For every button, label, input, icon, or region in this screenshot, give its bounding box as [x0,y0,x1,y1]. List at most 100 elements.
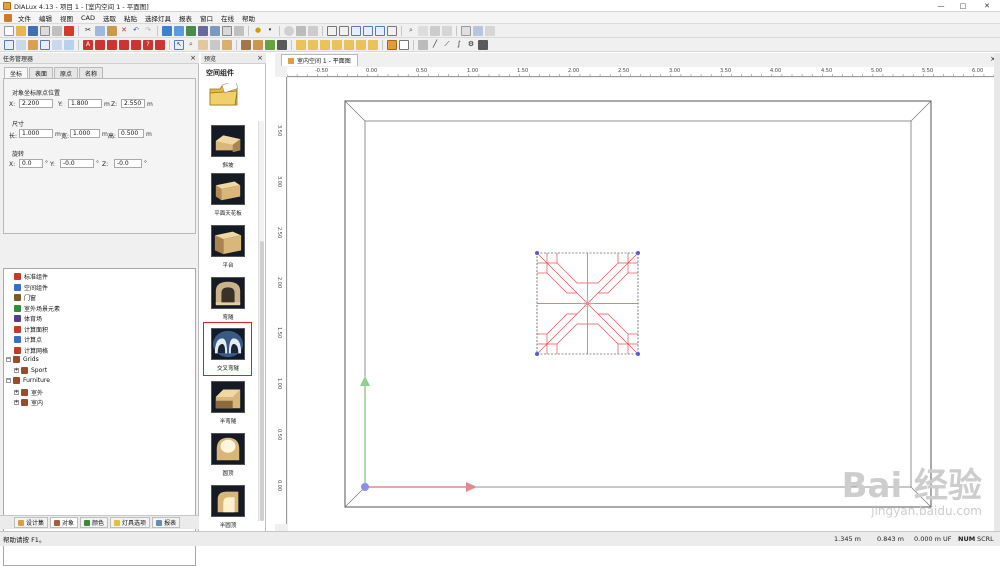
project-icon[interactable] [162,26,172,36]
menu-online[interactable]: 在线 [217,13,238,23]
zoom-icon[interactable]: ⌕ [406,26,416,36]
arrange-single-icon[interactable] [131,40,141,50]
arrange-align-icon[interactable] [155,40,165,50]
mirror-icon[interactable] [52,40,62,50]
catalog-item-half-dome[interactable]: 半圆顶 [210,485,246,529]
pdf-icon[interactable] [64,26,74,36]
menu-help[interactable]: 帮助 [238,13,259,23]
rotation-z-field[interactable]: -0.0 [114,159,142,168]
delete-icon[interactable]: ✕ [119,26,129,36]
paste-icon[interactable] [107,26,117,36]
position-y-field[interactable]: 1.800 [68,99,102,108]
expand-icon[interactable]: + [14,400,19,405]
material-icon[interactable] [277,40,287,50]
snap-icon[interactable] [339,26,349,36]
walk-icon[interactable] [222,40,232,50]
tree-item[interactable]: −Grids [6,356,39,363]
document-tab[interactable]: 室内空间 1 - 平面图 [281,54,358,66]
arrange-field-icon[interactable] [95,40,105,50]
folder-open-icon[interactable] [308,40,318,50]
color-icon[interactable] [265,40,275,50]
arrange-help-icon[interactable]: ? [143,40,153,50]
preview-scrollbar[interactable] [258,121,264,521]
table-icon[interactable] [387,40,397,50]
menu-view[interactable]: 视图 [56,13,77,23]
fit-icon[interactable] [442,26,452,36]
menu-window[interactable]: 窗口 [196,13,217,23]
render-icon[interactable] [461,26,471,36]
collapse-icon[interactable]: − [6,378,11,383]
cad-scrollbar[interactable] [994,53,1000,533]
minimize-button[interactable]: — [930,0,952,12]
raytrace-icon[interactable] [473,26,483,36]
tree-item[interactable]: +室内 [14,398,43,407]
floor-plan-canvas[interactable] [288,78,1000,532]
room-icon[interactable] [174,26,184,36]
tree-item[interactable]: 体育场 [14,314,42,323]
tree-item[interactable]: 空间组件 [14,283,48,292]
redo-icon[interactable]: ↷ [143,26,153,36]
gear-icon[interactable]: ⚙ [466,40,476,50]
tree-item[interactable]: −Furniture [6,377,50,384]
position-x-field[interactable]: 2.200 [19,99,53,108]
tab-origin[interactable]: 原点 [54,67,78,78]
folder-furniture-icon[interactable] [332,40,342,50]
width-field[interactable]: 1.000 [70,129,100,138]
export-icon[interactable] [485,26,495,36]
dropdown-icon[interactable]: ▾ [265,26,275,36]
block-icon[interactable] [478,40,488,50]
grid-icon[interactable] [327,26,337,36]
exterior-icon[interactable] [186,26,196,36]
scrollbar-thumb[interactable] [260,241,264,521]
magnify-icon[interactable]: ⌕ [186,40,196,50]
bulb-icon[interactable]: ● [253,26,263,36]
position-z-field[interactable]: 2.550 [121,99,145,108]
tree-item[interactable]: +室外 [14,388,43,397]
catalog-item-platform[interactable]: 平台 [210,225,246,269]
dwg-icon[interactable] [210,26,220,36]
arrange-line-icon[interactable] [107,40,117,50]
line-icon[interactable]: ╱ [430,40,440,50]
catalog-item-flat-ceiling[interactable]: 平面天花板 [210,173,246,217]
camera-icon[interactable] [241,40,251,50]
copy-icon[interactable] [95,26,105,36]
table-view-icon[interactable] [399,40,409,50]
print-preview-icon[interactable] [40,26,50,36]
view-3d-icon[interactable] [363,26,373,36]
undo-icon[interactable]: ↶ [131,26,141,36]
hand-icon[interactable] [198,40,208,50]
menu-paste[interactable]: 粘贴 [120,13,141,23]
rotation-x-field[interactable]: 0.0 [19,159,43,168]
arrange-circle-icon[interactable] [119,40,129,50]
tab-report[interactable]: 报表 [152,517,180,528]
maximize-button[interactable]: □ [952,0,974,12]
new-icon[interactable] [4,26,14,36]
cross-vault-object[interactable] [535,251,640,356]
tool-icon[interactable] [296,26,306,36]
menu-luminaires[interactable]: 选择灯具 [141,13,175,23]
copy-linear-icon[interactable] [64,40,74,50]
menu-file[interactable]: 文件 [14,13,35,23]
close-button[interactable]: ✕ [974,0,1000,12]
menu-cad[interactable]: CAD [77,14,99,22]
view-side-icon[interactable] [375,26,385,36]
rotate-icon[interactable] [16,40,26,50]
tool-icon-2[interactable] [308,26,318,36]
open-icon[interactable] [16,26,26,36]
curve-icon[interactable]: ∫ [454,40,464,50]
rotation-y-field[interactable]: -0.0 [60,159,94,168]
polyline-icon[interactable]: ⟋ [442,40,452,50]
tab-luminaires[interactable]: 灯具选项 [110,517,150,528]
folder-texture-icon[interactable] [344,40,354,50]
menu-edit[interactable]: 编辑 [35,13,56,23]
orbit-icon[interactable] [210,40,220,50]
sphere-icon[interactable] [284,26,294,36]
pointer-icon[interactable]: ↖ [174,40,184,50]
tree-item[interactable]: 计算网格 [14,346,48,355]
light-scene-icon[interactable] [253,40,263,50]
tab-surfaces[interactable]: 表面 [29,67,53,78]
tree-item[interactable]: 门窗 [14,293,36,302]
height-field[interactable]: 0.500 [118,129,144,138]
tab-design-set[interactable]: 设计集 [14,517,48,528]
pan-icon[interactable] [430,26,440,36]
